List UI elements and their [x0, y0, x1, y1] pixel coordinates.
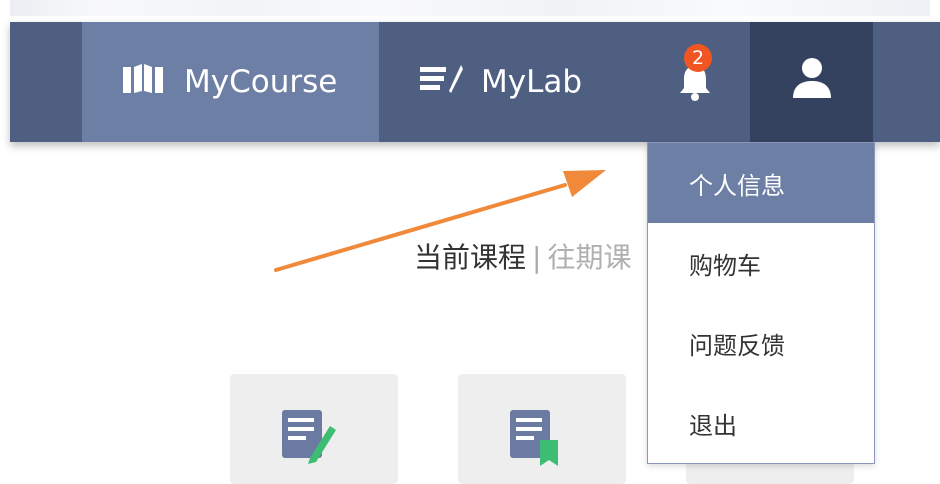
menu-item-label: 个人信息	[689, 171, 785, 200]
menu-item-label: 购物车	[689, 251, 761, 280]
menu-item-feedback[interactable]: 问题反馈	[648, 303, 874, 383]
menu-item-profile[interactable]: 个人信息	[648, 143, 874, 223]
user-dropdown-menu: 个人信息 购物车 问题反馈 退出	[647, 142, 875, 464]
menu-item-label: 问题反馈	[689, 331, 785, 360]
menu-item-label: 退出	[689, 411, 737, 440]
menu-item-cart[interactable]: 购物车	[648, 223, 874, 303]
menu-item-logout[interactable]: 退出	[648, 383, 874, 463]
